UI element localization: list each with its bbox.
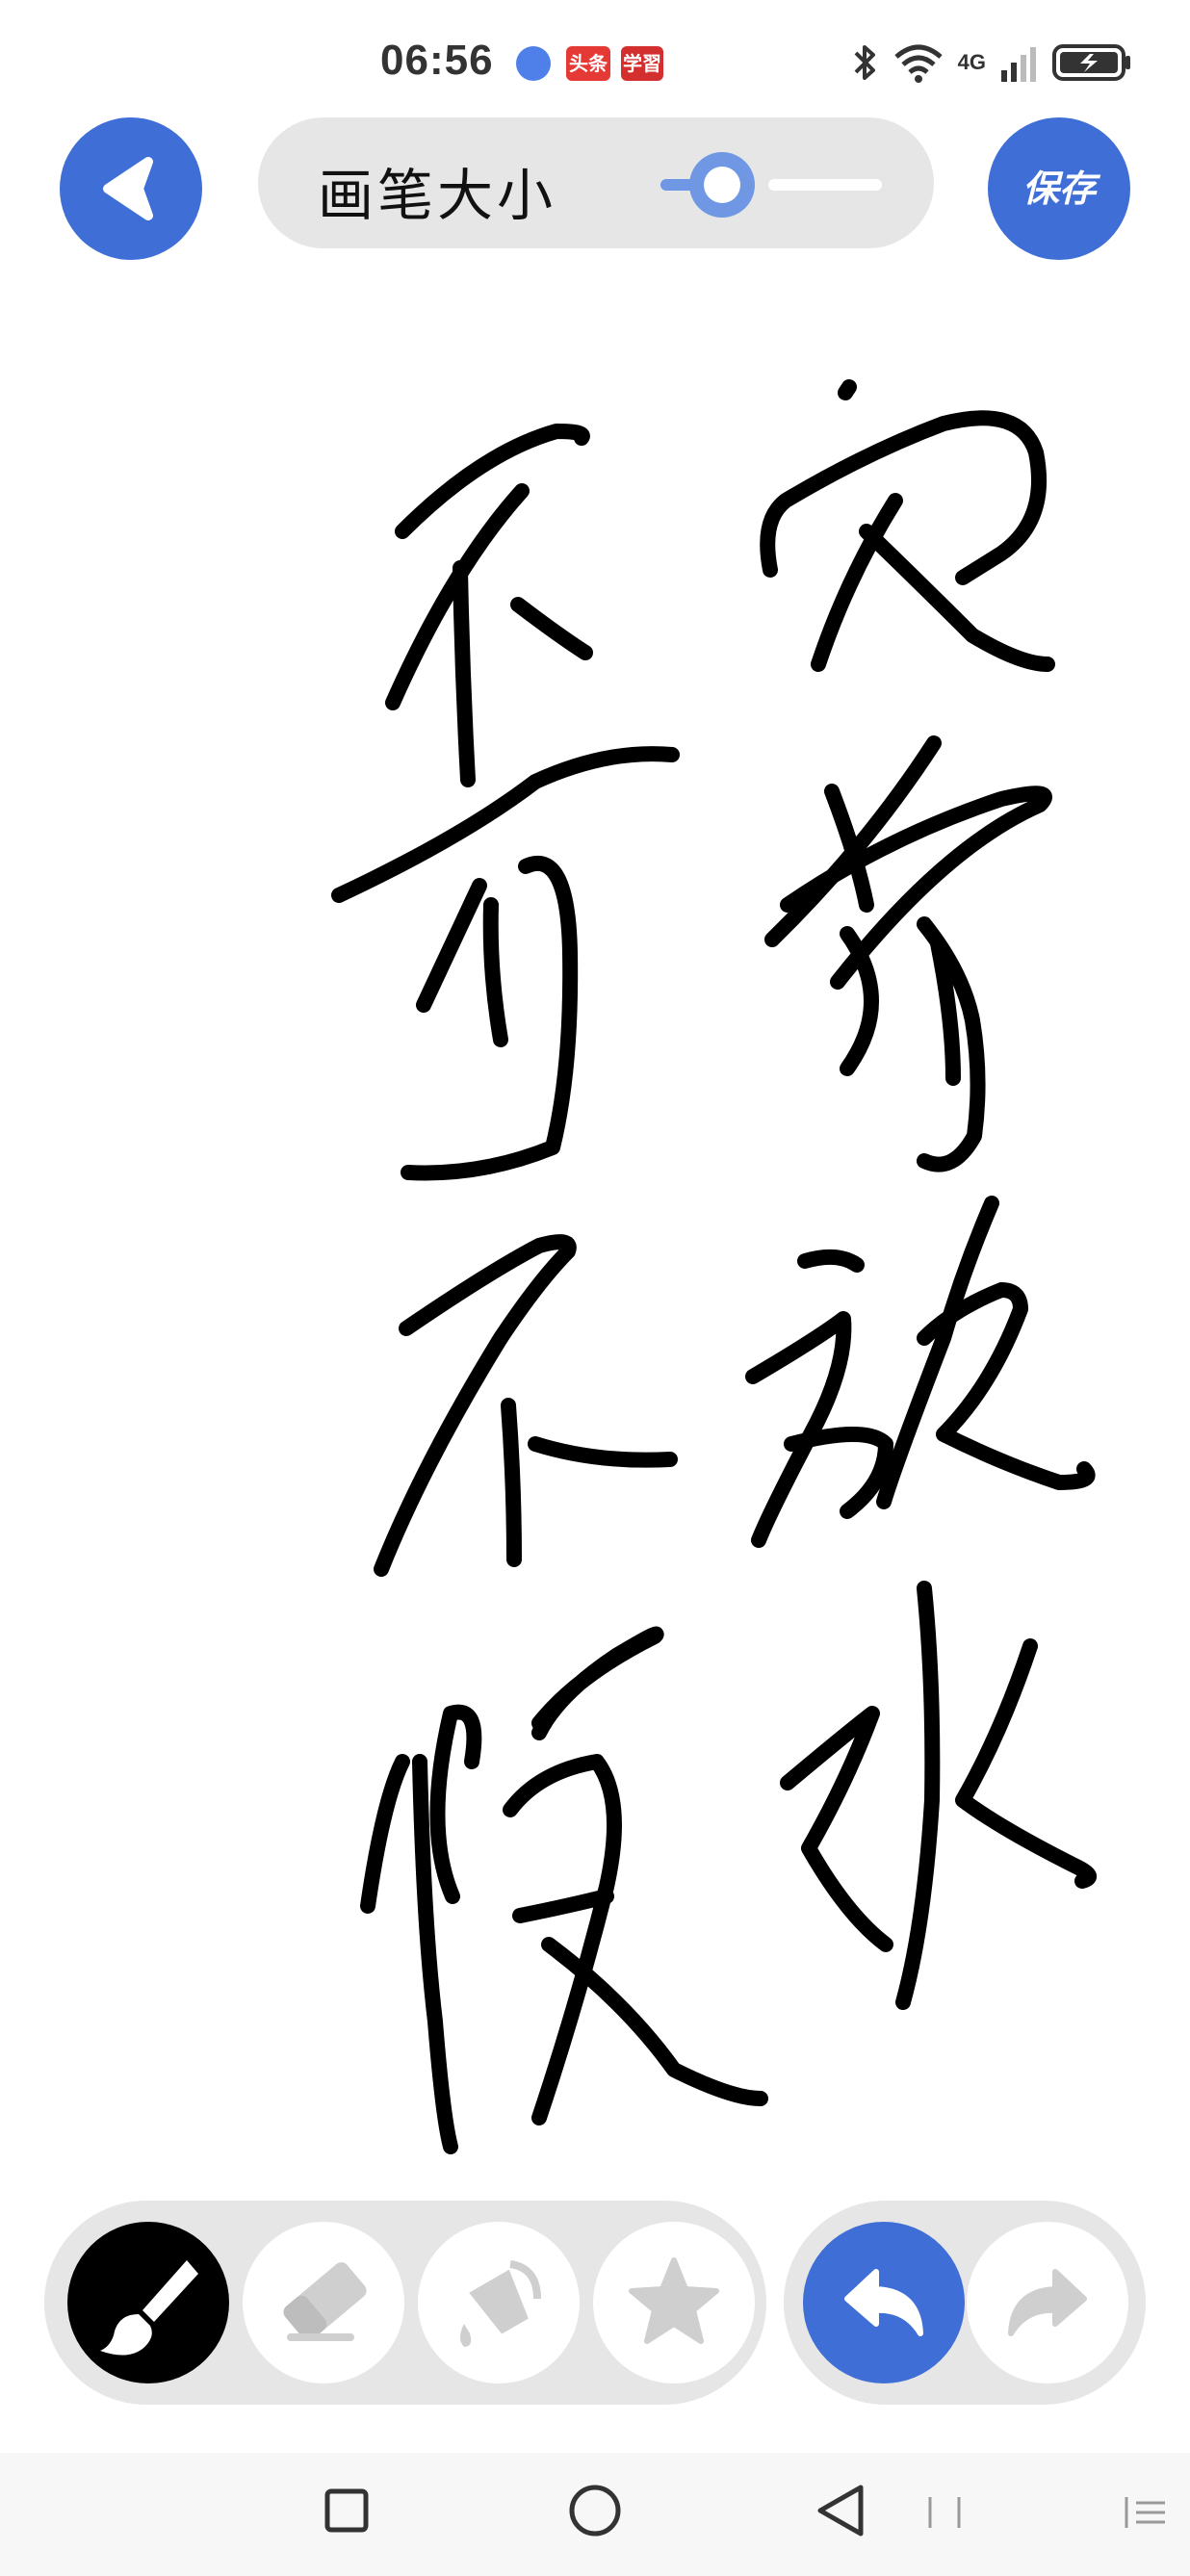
star-icon <box>629 2257 719 2344</box>
toutiao-badge: 头条 <box>566 46 610 81</box>
paint-bucket-icon <box>460 2260 541 2347</box>
bluetooth-icon <box>854 45 875 80</box>
brush-size-label: 画笔大小 <box>318 163 557 228</box>
recent-apps-icon[interactable] <box>324 2488 369 2533</box>
undo-icon <box>844 2269 923 2336</box>
brush-size-slider-track[interactable] <box>768 179 882 191</box>
brush-size-control: 画笔大小 <box>258 117 934 248</box>
redo-button[interactable] <box>967 2222 1128 2383</box>
wifi-icon <box>894 44 943 83</box>
history-tools-group <box>784 2201 1146 2405</box>
app-notification-icon <box>516 46 551 81</box>
brush-size-slider-thumb[interactable] <box>689 152 755 218</box>
eraser-icon <box>283 2262 367 2341</box>
brush-icon <box>100 2260 198 2356</box>
redo-icon <box>1008 2269 1087 2336</box>
sticker-tool-button[interactable] <box>593 2222 755 2383</box>
drawing-canvas[interactable] <box>0 289 1190 2176</box>
handwriting-strokes <box>331 379 1097 2154</box>
network-type: 4G <box>957 50 986 74</box>
signal-icon <box>1001 47 1036 82</box>
status-time: 06:56 <box>380 37 494 84</box>
battery-icon <box>1052 44 1130 81</box>
save-button[interactable]: 保存 <box>988 117 1130 260</box>
status-bar: 06:56 头条 学習 4G <box>0 0 1190 116</box>
back-button[interactable] <box>60 117 202 260</box>
undo-button[interactable] <box>803 2222 965 2383</box>
system-nav-bar <box>0 2453 1190 2576</box>
back-icon[interactable] <box>817 2485 864 2537</box>
accessibility-icon[interactable] <box>928 2497 1165 2528</box>
eraser-tool-button[interactable] <box>243 2222 404 2383</box>
back-arrow-icon <box>103 157 153 220</box>
brush-tool-button[interactable] <box>67 2222 229 2383</box>
drawing-tools-group <box>44 2201 766 2405</box>
home-icon[interactable] <box>569 2485 621 2537</box>
status-icons: 4G <box>852 39 1132 87</box>
paint-bucket-tool-button[interactable] <box>418 2222 580 2383</box>
xuexi-badge: 学習 <box>621 46 663 81</box>
